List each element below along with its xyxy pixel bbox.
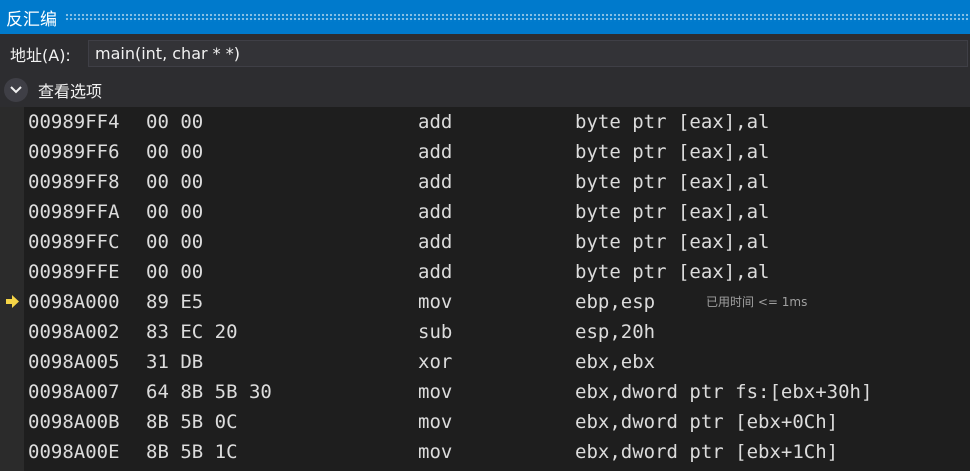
instruction-opcode: add [418, 111, 453, 133]
instruction-opcode: add [418, 261, 453, 283]
instruction-operands: byte ptr [eax],al [575, 111, 770, 133]
instruction-bytes: 00 00 [146, 261, 204, 283]
instruction-operands: ebp,esp [575, 291, 656, 313]
view-options-bar: 查看选项 [0, 73, 970, 107]
instruction-bytes: 00 00 [146, 171, 204, 193]
instruction-address: 0098A00B [28, 411, 120, 433]
instruction-bytes: 00 00 [146, 231, 204, 253]
instruction-address: 00989FF4 [28, 111, 120, 133]
instruction-bytes: 8B 5B 0C [146, 411, 238, 433]
instruction-bytes: 64 8B 5B 30 [146, 381, 272, 403]
instruction-address: 0098A005 [28, 351, 120, 373]
disassembly-row[interactable]: 0098A00B 8B 5B 0C mov ebx,dword ptr [ebx+0C… [0, 407, 970, 437]
address-bar: 地址(A): [0, 34, 970, 73]
instruction-operands: esp,20h [575, 321, 656, 343]
disassembly-row[interactable]: 0098A00E 8B 5B 1C mov ebx,dword ptr [ebx+1C… [0, 437, 970, 467]
instruction-opcode: add [418, 201, 453, 223]
instruction-address: 0098A000 [28, 291, 120, 313]
instruction-address: 00989FF6 [28, 141, 120, 163]
address-label: 地址(A): [10, 45, 71, 65]
address-input[interactable] [88, 40, 968, 67]
instruction-opcode: sub [418, 321, 453, 343]
instruction-operands: ebx,dword ptr [ebx+1Ch] [575, 441, 839, 463]
instruction-bytes: 00 00 [146, 141, 204, 163]
disassembly-row[interactable]: 0098A007 64 8B 5B 30 mov ebx,dword ptr fs:[… [0, 377, 970, 407]
disassembly-row[interactable]: 00989FF4 00 00 add byte ptr [eax],al [0, 107, 970, 137]
disassembly-row[interactable]: 00989FFC 00 00 add byte ptr [eax],al [0, 227, 970, 257]
disassembly-view[interactable]: 00989FF4 00 00 add byte ptr [eax],al 00989FF… [0, 107, 970, 471]
instruction-opcode: add [418, 171, 453, 193]
instruction-address: 00989FFA [28, 201, 120, 223]
disassembly-row[interactable]: 00989FFE 00 00 add byte ptr [eax],al [0, 257, 970, 287]
disassembly-row[interactable]: 00989FF6 00 00 add byte ptr [eax],al [0, 137, 970, 167]
instruction-bytes: 83 EC 20 [146, 321, 238, 343]
instruction-address: 00989FFC [28, 231, 120, 253]
instruction-address: 0098A00E [28, 441, 120, 463]
drag-grip[interactable] [65, 12, 970, 22]
window-titlebar[interactable]: 反汇编 [0, 0, 970, 34]
disassembly-row[interactable]: 00989FFA 00 00 add byte ptr [eax],al [0, 197, 970, 227]
instruction-opcode: add [418, 231, 453, 253]
instruction-opcode: mov [418, 411, 453, 433]
view-options-label: 查看选项 [38, 82, 103, 101]
instruction-opcode: add [418, 141, 453, 163]
instruction-address: 00989FF8 [28, 171, 120, 193]
instruction-operands: byte ptr [eax],al [575, 171, 770, 193]
disassembly-row[interactable]: 0098A000 89 E5 mov ebp,esp 已用时间 <= 1ms [0, 287, 970, 317]
instruction-operands: ebx,ebx [575, 351, 656, 373]
instruction-operands: byte ptr [eax],al [575, 141, 770, 163]
instruction-bytes: 89 E5 [146, 291, 204, 313]
disassembly-row[interactable]: 0098A002 83 EC 20 sub esp,20h [0, 317, 970, 347]
elapsed-time-hint: 已用时间 <= 1ms [706, 295, 808, 309]
instruction-operands: ebx,dword ptr fs:[ebx+30h] [575, 381, 873, 403]
current-instruction-arrow-icon [6, 295, 19, 308]
instruction-opcode: mov [418, 381, 453, 403]
instruction-bytes: 8B 5B 1C [146, 441, 238, 463]
instruction-operands: byte ptr [eax],al [575, 201, 770, 223]
instruction-bytes: 00 00 [146, 111, 204, 133]
view-options-toggle[interactable] [4, 78, 28, 102]
instruction-address: 0098A007 [28, 381, 120, 403]
instruction-bytes: 00 00 [146, 201, 204, 223]
instruction-opcode: mov [418, 441, 453, 463]
instruction-address: 00989FFE [28, 261, 120, 283]
instruction-operands: byte ptr [eax],al [575, 261, 770, 283]
instruction-address: 0098A002 [28, 321, 120, 343]
disassembly-row[interactable]: 0098A005 31 DB xor ebx,ebx [0, 347, 970, 377]
instruction-opcode: mov [418, 291, 453, 313]
disassembly-row[interactable]: 00989FF8 00 00 add byte ptr [eax],al [0, 167, 970, 197]
instruction-operands: ebx,dword ptr [ebx+0Ch] [575, 411, 839, 433]
instruction-operands: byte ptr [eax],al [575, 231, 770, 253]
instruction-opcode: xor [418, 351, 453, 373]
window-title: 反汇编 [6, 9, 57, 30]
chevron-down-icon [10, 86, 22, 94]
instruction-bytes: 31 DB [146, 351, 204, 373]
